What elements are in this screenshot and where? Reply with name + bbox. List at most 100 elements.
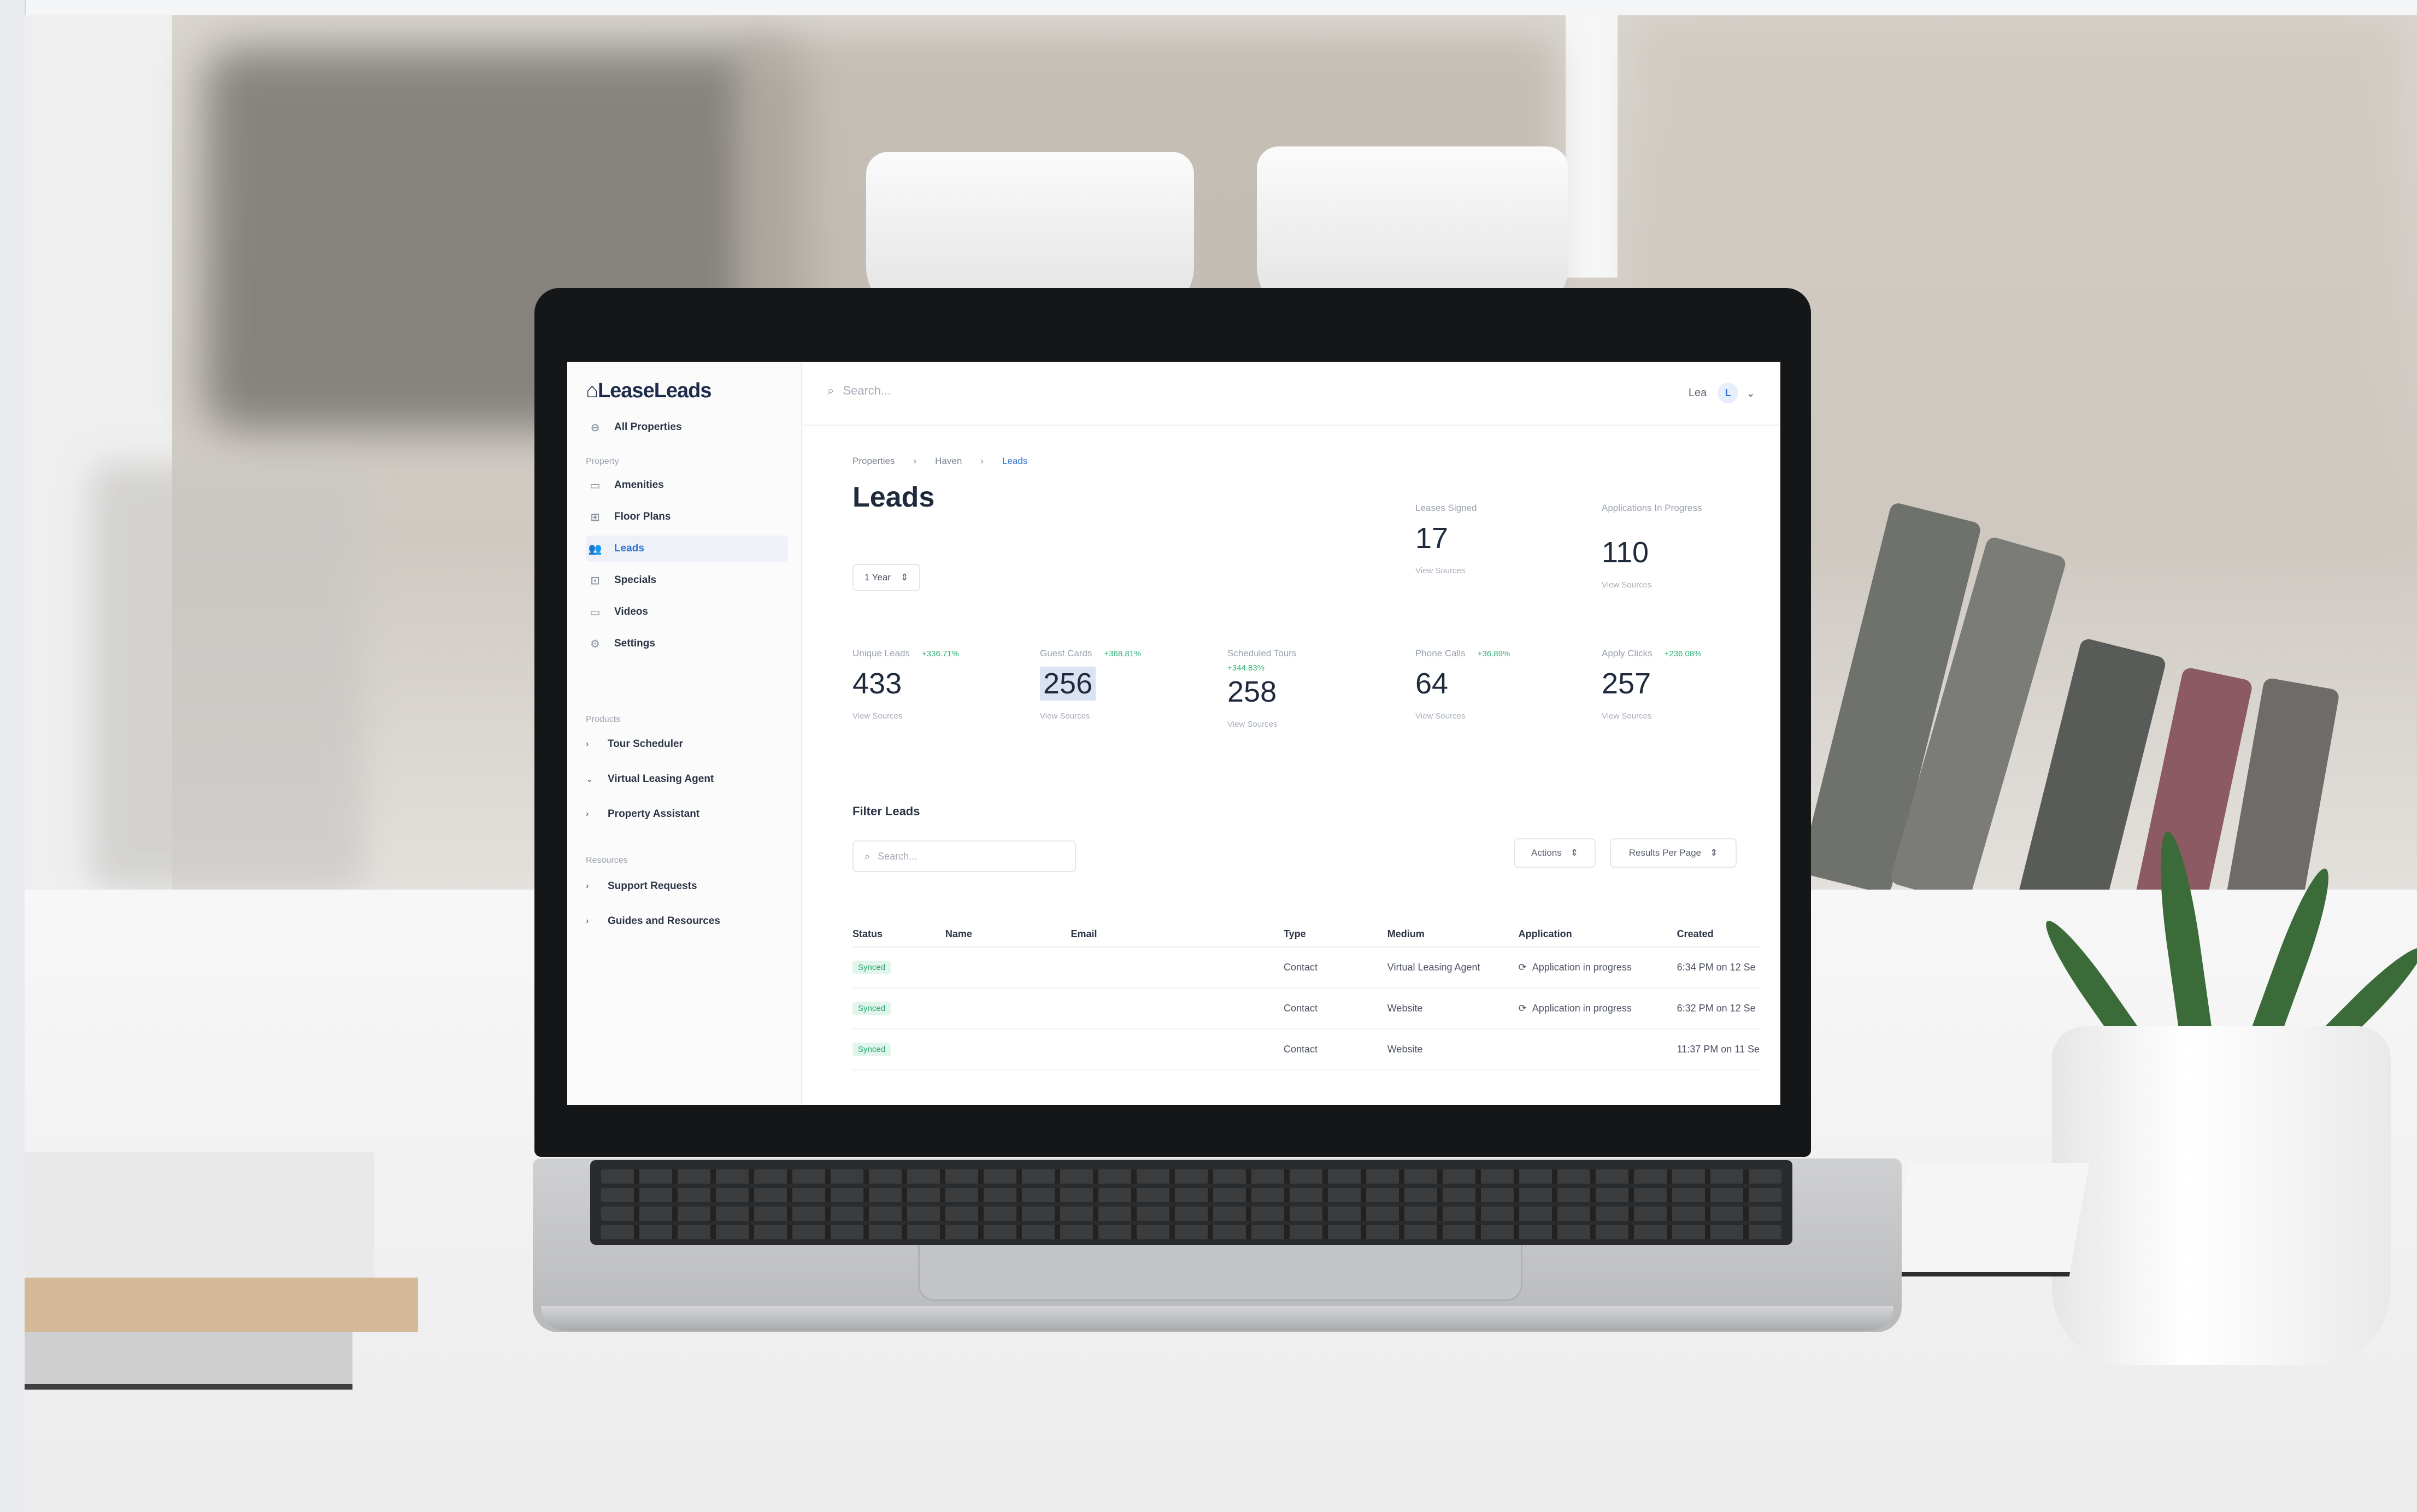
laptop-front-edge (541, 1306, 1893, 1331)
column-header-medium[interactable]: Medium (1387, 922, 1519, 948)
table-row[interactable]: Synced Contact Website 11:37 PM on 11 Se (852, 1029, 1760, 1070)
video-icon: ▭ (590, 606, 601, 619)
cell-type: Contact (1283, 1029, 1387, 1070)
sidebar-item-leads[interactable]: 👥 Leads (586, 536, 788, 562)
notebook (25, 1332, 352, 1390)
app-logo[interactable]: ⌂LeaseLeads (586, 379, 712, 403)
keyboard-row (601, 1207, 1781, 1221)
column-header-application[interactable]: Application (1518, 922, 1677, 948)
sidebar-item-amenities[interactable]: ▭ Amenities (586, 472, 788, 498)
cell-email (1071, 1029, 1284, 1070)
refresh-icon: ⟳ (1518, 1003, 1527, 1014)
sidebar-item-videos[interactable]: ▭ Videos (586, 599, 788, 625)
breadcrumb: Properties › Haven › Leads (852, 456, 1027, 467)
sidebar-section-property: Property (586, 457, 619, 466)
sidebar-item-all-properties[interactable]: ⊖ All Properties (586, 414, 788, 440)
chevron-updown-icon: ⇕ (1710, 848, 1718, 858)
column-header-status[interactable]: Status (852, 922, 945, 948)
stat-apply-clicks: Apply Clicks +236.08% 257 View Sources (1602, 648, 1702, 721)
avatar: L (1718, 383, 1739, 403)
stat-scheduled-tours: Scheduled Tours +344.83% 258 View Source… (1227, 648, 1297, 729)
user-menu[interactable]: Lea L ⌄ (1689, 383, 1755, 403)
cell-created: 6:34 PM on 12 Se (1677, 947, 1760, 989)
sidebar-item-specials[interactable]: ⊡ Specials (586, 567, 788, 593)
leads-table: Status Name Email Type Medium Applicatio… (852, 922, 1760, 1070)
window-frame (1566, 15, 1618, 278)
calendar-icon: ▭ (590, 479, 601, 492)
keyboard-row (601, 1169, 1781, 1184)
breadcrumb-properties[interactable]: Properties (852, 456, 895, 467)
cell-email (1071, 988, 1284, 1029)
global-search-input[interactable]: ⌕ Search... (827, 384, 891, 398)
grid-icon: ⊞ (590, 511, 600, 523)
chevron-down-icon: ⌄ (1746, 387, 1755, 399)
table-row[interactable]: Synced Contact Virtual Leasing Agent ⟳ Ap… (852, 947, 1760, 989)
view-sources-link[interactable]: View Sources (852, 711, 959, 721)
column-header-email[interactable]: Email (1071, 922, 1284, 948)
sidebar-item-tour-scheduler[interactable]: › Tour Scheduler (586, 731, 788, 757)
cell-application[interactable]: ⟳ Application in progress (1518, 988, 1677, 1029)
stat-leases-signed: Leases Signed 17 View Sources (1415, 503, 1477, 575)
column-header-type[interactable]: Type (1283, 922, 1387, 948)
cell-created: 11:37 PM on 11 Se (1677, 1029, 1760, 1070)
sidebar-item-settings[interactable]: ⚙ Settings (586, 631, 788, 657)
sidebar-item-property-assistant[interactable]: › Property Assistant (586, 801, 788, 827)
stat-unique-leads: Unique Leads +336.71% 433 View Sources (852, 648, 959, 721)
search-icon: ⌕ (865, 850, 871, 862)
sidebar: ⌂LeaseLeads ⊖ All Properties Property ▭ … (567, 362, 802, 1105)
chevron-left-circle-icon: ⊖ (590, 421, 600, 434)
logo-mark-icon: ⌂ (586, 379, 598, 402)
status-badge: Synced (852, 1002, 891, 1015)
view-sources-link[interactable]: View Sources (1415, 711, 1510, 721)
cell-name (945, 988, 1071, 1029)
cell-name (945, 1029, 1071, 1070)
cell-type: Contact (1283, 947, 1387, 989)
sidebar-item-support-requests[interactable]: › Support Requests (586, 873, 788, 899)
view-sources-link[interactable]: View Sources (1415, 566, 1477, 575)
column-header-name[interactable]: Name (945, 922, 1071, 948)
stat-phone-calls: Phone Calls +36.89% 64 View Sources (1415, 648, 1510, 721)
view-sources-link[interactable]: View Sources (1227, 720, 1296, 729)
table-row[interactable]: Synced Contact Website ⟳ Application in p… (852, 988, 1760, 1029)
window-top-bar (0, 0, 2417, 17)
sidebar-section-products: Products (586, 715, 621, 724)
status-badge: Synced (852, 961, 891, 974)
stat-guest-cards: Guest Cards +368.81% 256 View Sources (1040, 648, 1142, 721)
actions-select[interactable]: Actions ⇕ (1514, 838, 1596, 868)
page-title: Leads (852, 481, 935, 513)
chevron-right-icon: › (586, 916, 589, 926)
top-bar: ⌕ Search... Lea L ⌄ (801, 362, 1780, 426)
sidebar-item-floor-plans[interactable]: ⊞ Floor Plans (586, 504, 788, 530)
chevron-right-icon: › (586, 809, 589, 819)
breadcrumb-current: Leads (1002, 456, 1028, 466)
plant-pot (2052, 1026, 2391, 1365)
laptop-trackpad (918, 1245, 1522, 1301)
table-header-row: Status Name Email Type Medium Applicatio… (852, 922, 1760, 948)
results-per-page-select[interactable]: Results Per Page ⇕ (1610, 838, 1737, 868)
stat-applications-in-progress: Applications In Progress 110 View Source… (1602, 503, 1702, 590)
breadcrumb-separator: › (980, 456, 984, 466)
view-sources-link[interactable]: View Sources (1602, 580, 1702, 590)
cell-name (945, 947, 1071, 989)
papers (1889, 1163, 2090, 1276)
column-header-created[interactable]: Created (1677, 922, 1760, 948)
filter-search-input[interactable]: ⌕ Search... (852, 840, 1076, 872)
date-range-select[interactable]: 1 Year ⇕ (852, 564, 920, 591)
refresh-icon: ⟳ (1518, 962, 1527, 973)
cell-application[interactable]: ⟳ Application in progress (1518, 947, 1677, 989)
cell-medium: Virtual Leasing Agent (1387, 947, 1519, 989)
notebook-stack (25, 1152, 374, 1278)
filter-leads-title: Filter Leads (852, 804, 920, 818)
breadcrumb-property[interactable]: Haven (935, 456, 962, 467)
sidebar-item-virtual-leasing-agent[interactable]: ⌄ Virtual Leasing Agent (586, 766, 788, 792)
cell-medium: Website (1387, 1029, 1519, 1070)
cell-email (1071, 947, 1284, 989)
window-left-bar (0, 0, 26, 1512)
sidebar-section-resources: Resources (586, 856, 628, 865)
view-sources-link[interactable]: View Sources (1602, 711, 1702, 721)
breadcrumb-separator: › (913, 456, 917, 466)
keyboard-row (601, 1225, 1781, 1239)
gear-icon: ⚙ (590, 638, 600, 650)
sidebar-item-guides-and-resources[interactable]: › Guides and Resources (586, 908, 788, 934)
view-sources-link[interactable]: View Sources (1040, 711, 1141, 721)
